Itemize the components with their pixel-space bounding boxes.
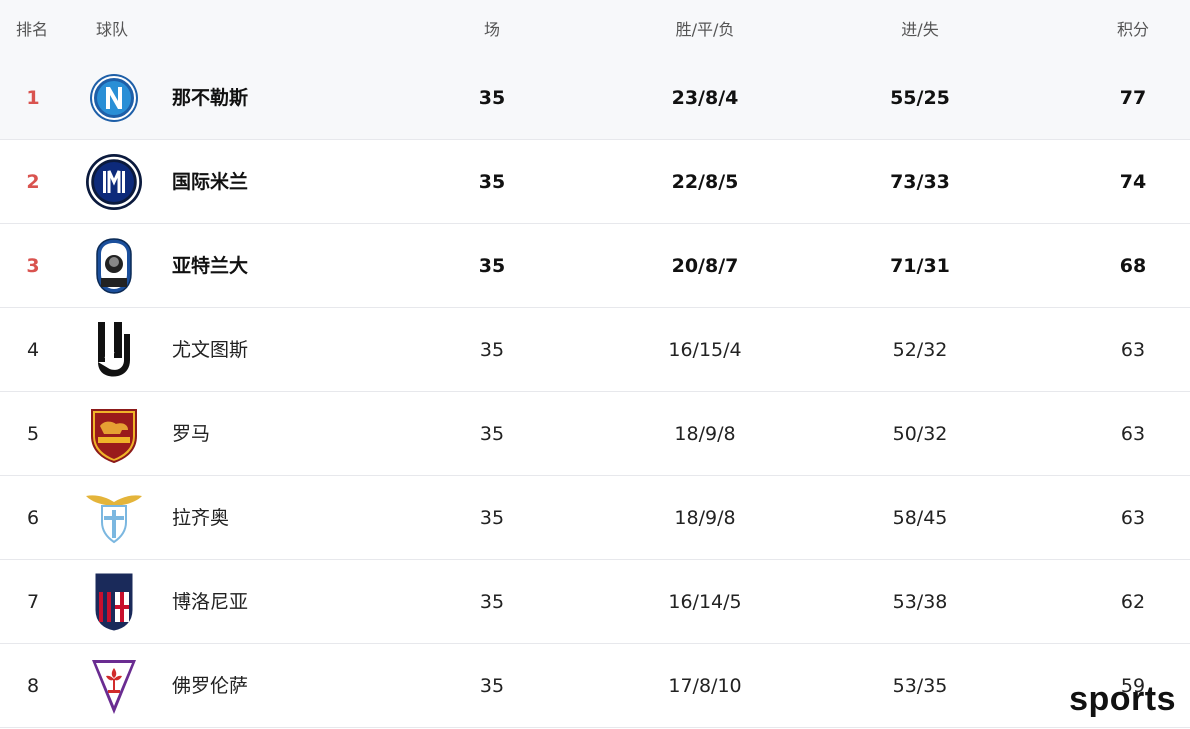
header-points: 积分: [1116, 20, 1149, 39]
table-row[interactable]: 5 罗马 35 18/9/8 50/32 63: [0, 392, 1190, 476]
rank-cell: 3: [26, 255, 40, 277]
team-name[interactable]: 尤文图斯: [172, 338, 248, 362]
wdl-cell: 23/8/4: [671, 87, 739, 109]
table-header: 排名 球队 场 胜/平/负 进/失 积分: [0, 0, 1190, 56]
header-rank: 排名: [16, 20, 49, 39]
roma-logo-icon: [84, 404, 144, 464]
goals-cell: 71/31: [890, 255, 950, 277]
lazio-logo-icon: [84, 488, 144, 548]
team-name[interactable]: 国际米兰: [172, 170, 248, 194]
points-cell: 63: [1120, 507, 1146, 529]
played-cell: 35: [478, 87, 506, 109]
goals-cell: 53/38: [892, 591, 948, 613]
table-row[interactable]: 8 佛罗伦萨 35 17/8/10 53/35 59: [0, 644, 1190, 728]
played-cell: 35: [478, 255, 506, 277]
rank-cell: 6: [26, 507, 40, 529]
rank-cell: 1: [26, 87, 40, 109]
rank-cell: 4: [26, 339, 40, 361]
points-cell: 62: [1120, 591, 1146, 613]
napoli-logo-icon: [84, 68, 144, 128]
team-name[interactable]: 亚特兰大: [172, 254, 248, 278]
played-cell: 35: [479, 591, 505, 613]
goals-cell: 73/33: [890, 171, 950, 193]
fiorentina-logo-icon: [84, 656, 144, 716]
wdl-cell: 22/8/5: [671, 171, 739, 193]
goals-cell: 52/32: [892, 339, 948, 361]
bologna-logo-icon: [84, 572, 144, 632]
header-goals: 进/失: [901, 20, 939, 39]
inter-logo-icon: [84, 152, 144, 212]
rank-cell: 7: [26, 591, 40, 613]
team-name[interactable]: 那不勒斯: [172, 86, 248, 110]
table-row[interactable]: 1 那不勒斯 35 23/8/4 55/25 77: [0, 56, 1190, 140]
points-cell: 74: [1119, 171, 1147, 193]
points-cell: 68: [1119, 255, 1147, 277]
juventus-logo-icon: [84, 320, 144, 380]
played-cell: 35: [479, 339, 505, 361]
team-name[interactable]: 佛罗伦萨: [172, 674, 248, 698]
header-wdl: 胜/平/负: [675, 20, 735, 39]
header-team: 球队: [96, 20, 129, 39]
rank-cell: 2: [26, 171, 40, 193]
header-played: 场: [483, 20, 500, 39]
wdl-cell: 17/8/10: [668, 675, 742, 697]
played-cell: 35: [479, 423, 505, 445]
played-cell: 35: [478, 171, 506, 193]
points-cell: 63: [1120, 339, 1146, 361]
points-cell: 77: [1119, 87, 1147, 109]
goals-cell: 53/35: [892, 675, 948, 697]
wdl-cell: 16/15/4: [668, 339, 742, 361]
rank-cell: 5: [26, 423, 40, 445]
played-cell: 35: [479, 675, 505, 697]
points-cell: 63: [1120, 423, 1146, 445]
goals-cell: 58/45: [892, 507, 948, 529]
team-name[interactable]: 博洛尼亚: [172, 590, 248, 614]
rank-cell: 8: [26, 675, 40, 697]
wdl-cell: 20/8/7: [671, 255, 739, 277]
table-row[interactable]: 2 国际米兰 35 22/8/5 73/33 74: [0, 140, 1190, 224]
team-name[interactable]: 拉齐奥: [172, 506, 229, 530]
table-row[interactable]: 7 博洛尼亚 35 16/14/5 53/38 62: [0, 560, 1190, 644]
wdl-cell: 16/14/5: [668, 591, 742, 613]
goals-cell: 50/32: [892, 423, 948, 445]
atalanta-logo-icon: [84, 236, 144, 296]
played-cell: 35: [479, 507, 505, 529]
goals-cell: 55/25: [890, 87, 950, 109]
table-row[interactable]: 6 拉齐奥 35 18/9/8 58/45 63: [0, 476, 1190, 560]
team-name[interactable]: 罗马: [172, 422, 210, 446]
sports-watermark: sports: [1069, 680, 1176, 718]
wdl-cell: 18/9/8: [674, 423, 736, 445]
table-row[interactable]: 3 亚特兰大 35 20/8/7 71/31 68: [0, 224, 1190, 308]
standings-table: 排名 球队 场 胜/平/负 进/失 积分 1 那不勒斯 35 23/8/4 55…: [0, 0, 1190, 728]
wdl-cell: 18/9/8: [674, 507, 736, 529]
table-row[interactable]: 4 尤文图斯 35 16/15/4 52/32 63: [0, 308, 1190, 392]
